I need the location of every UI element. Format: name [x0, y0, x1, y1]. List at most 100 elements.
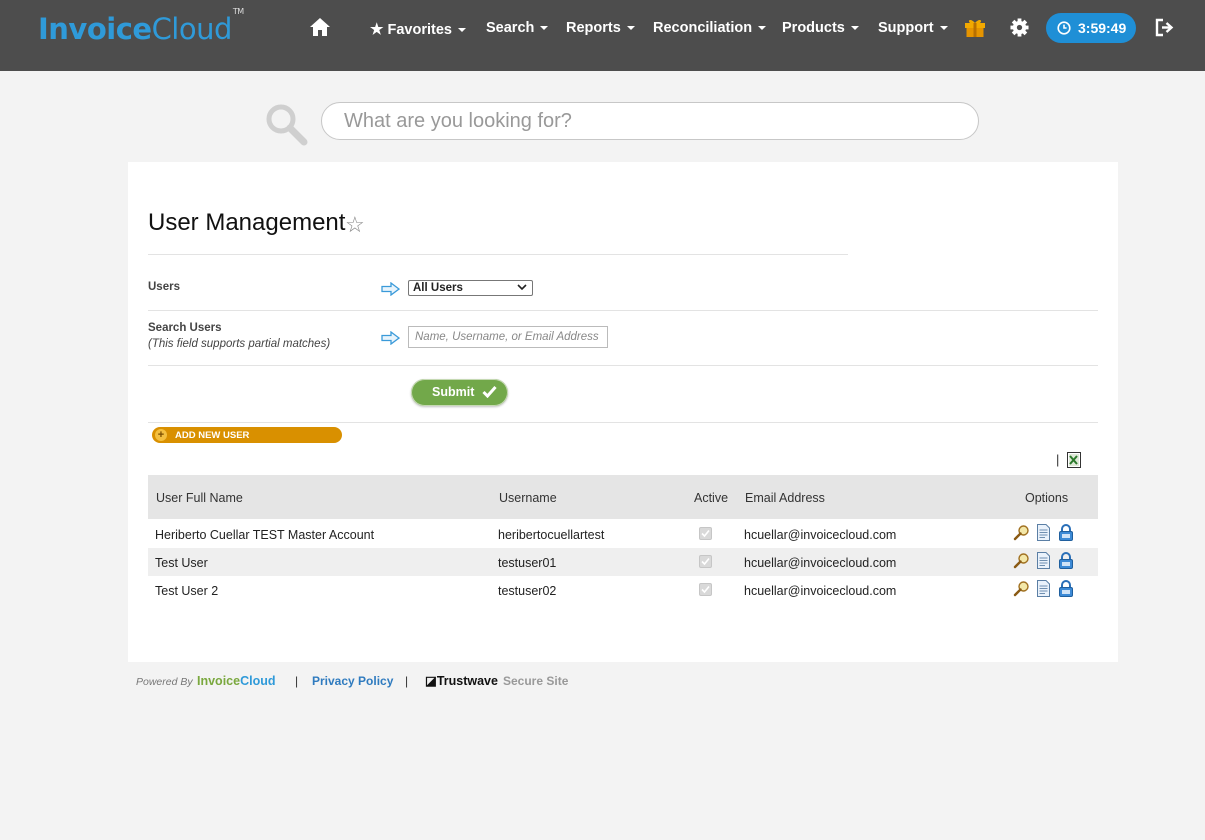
row-options	[1013, 524, 1077, 544]
export-separator: |	[1056, 452, 1060, 467]
active-checkbox[interactable]	[699, 527, 712, 540]
footer-invoicecloud-logo: InvoiceCloud	[197, 674, 276, 688]
search-icon[interactable]	[264, 102, 308, 146]
form-divider	[148, 310, 1098, 311]
cell-full-name: Test User 2	[155, 584, 219, 598]
footer-logo-cloud: Cloud	[240, 674, 276, 688]
star-icon: ★	[370, 21, 384, 38]
form-divider	[148, 422, 1098, 423]
clock-icon	[1057, 21, 1071, 35]
column-header-username[interactable]: Username	[499, 491, 557, 505]
cell-full-name: Heriberto Cuellar TEST Master Account	[155, 528, 375, 542]
table-row: Heriberto Cuellar TEST Master Account he…	[148, 520, 1098, 548]
column-header-options: Options	[1025, 491, 1069, 505]
trustwave-text: Trustwave	[436, 674, 498, 688]
active-checkbox[interactable]	[699, 555, 712, 568]
row-options	[1013, 580, 1077, 600]
checkmark-icon	[701, 557, 710, 566]
cell-email: hcuellar@invoicecloud.com	[744, 556, 897, 570]
view-icon[interactable]	[1013, 552, 1030, 572]
nav-reconciliation-label: Reconciliation	[653, 20, 753, 36]
users-table-header: User Full Name Username Active Email Add…	[148, 475, 1098, 519]
nav-reconciliation[interactable]: Reconciliation	[653, 20, 767, 36]
submit-button[interactable]: Submit	[411, 379, 508, 406]
users-filter-value: All Users	[413, 282, 463, 294]
favorite-star-icon[interactable]: ☆	[345, 212, 365, 238]
home-icon[interactable]	[309, 17, 331, 37]
page-title: User Management	[148, 209, 346, 236]
nav-favorites-label: Favorites	[387, 22, 452, 38]
submit-label: Submit	[432, 385, 475, 399]
footer-separator: |	[295, 674, 299, 688]
trustwave-logo[interactable]: ◪Trustwave	[425, 673, 498, 688]
nav-support-label: Support	[878, 20, 934, 36]
view-icon[interactable]	[1013, 524, 1030, 544]
chevron-down-icon	[540, 26, 549, 31]
plus-icon: +	[155, 429, 167, 441]
table-row: Test User testuser01 hcuellar@invoiceclo…	[148, 548, 1098, 576]
cell-username: testuser01	[498, 556, 557, 570]
arrow-right-icon	[381, 282, 400, 296]
chevron-down-icon	[517, 284, 527, 291]
user-management-panel: User Management ☆ Users All Users Search…	[128, 162, 1118, 662]
cell-email: hcuellar@invoicecloud.com	[744, 528, 897, 542]
logout-icon[interactable]	[1154, 18, 1174, 37]
search-users-hint: (This field supports partial matches)	[148, 338, 331, 350]
nav-favorites[interactable]: ★ Favorites	[370, 20, 466, 38]
search-users-label: Search Users	[148, 322, 222, 334]
chevron-down-icon	[850, 26, 859, 31]
search-users-input[interactable]	[408, 326, 608, 348]
top-navigation-bar: InvoiceCloudTM ★ Favorites Search Report…	[0, 0, 1205, 71]
view-icon[interactable]	[1013, 580, 1030, 600]
title-divider	[148, 254, 848, 255]
document-icon[interactable]	[1036, 552, 1051, 572]
checkmark-icon	[701, 585, 710, 594]
add-new-user-button[interactable]: + ADD NEW USER	[152, 427, 342, 443]
column-header-active[interactable]: Active	[694, 491, 728, 505]
footer-separator: |	[405, 674, 409, 688]
powered-by-text: Powered By	[136, 676, 193, 688]
cell-username: heribertocuellartest	[498, 528, 605, 542]
checkmark-icon	[701, 529, 710, 538]
active-checkbox[interactable]	[699, 583, 712, 596]
chevron-down-icon	[457, 28, 466, 33]
cell-email: hcuellar@invoicecloud.com	[744, 584, 897, 598]
users-filter-select[interactable]: All Users	[408, 280, 533, 296]
nav-reports-label: Reports	[566, 20, 621, 36]
nav-search[interactable]: Search	[486, 20, 549, 36]
gift-icon[interactable]	[964, 17, 986, 38]
lock-icon[interactable]	[1058, 580, 1074, 600]
global-search-input[interactable]	[321, 102, 979, 140]
nav-products[interactable]: Products	[782, 20, 859, 36]
nav-reports[interactable]: Reports	[566, 20, 635, 36]
logo-trademark: TM	[232, 7, 244, 17]
invoicecloud-logo[interactable]: InvoiceCloudTM	[38, 7, 244, 46]
logo-text-invoice: Invoice	[38, 12, 152, 46]
arrow-right-icon	[381, 331, 400, 345]
document-icon[interactable]	[1036, 580, 1051, 600]
gear-icon[interactable]	[1010, 18, 1029, 37]
nav-search-label: Search	[486, 20, 535, 36]
cell-full-name: Test User	[155, 556, 208, 570]
cell-username: testuser02	[498, 584, 557, 598]
chevron-down-icon	[758, 26, 767, 31]
checkmark-icon	[482, 386, 497, 398]
document-icon[interactable]	[1036, 524, 1051, 544]
privacy-policy-link[interactable]: Privacy Policy	[312, 674, 393, 688]
row-options	[1013, 552, 1077, 572]
lock-icon[interactable]	[1058, 524, 1074, 544]
chevron-down-icon	[939, 26, 948, 31]
trustwave-icon: ◪	[425, 674, 437, 688]
excel-export-icon[interactable]	[1067, 452, 1081, 468]
table-row: Test User 2 testuser02 hcuellar@invoicec…	[148, 576, 1098, 604]
nav-support[interactable]: Support	[878, 20, 948, 36]
column-header-email[interactable]: Email Address	[745, 491, 825, 505]
column-header-full-name[interactable]: User Full Name	[156, 491, 243, 505]
session-timer[interactable]: 3:59:49	[1046, 13, 1136, 43]
secure-site-text: Secure Site	[503, 674, 569, 688]
users-label: Users	[148, 281, 180, 293]
footer-logo-invoice: Invoice	[197, 674, 241, 688]
lock-icon[interactable]	[1058, 552, 1074, 572]
form-divider	[148, 365, 1098, 366]
add-new-user-label: ADD NEW USER	[175, 430, 250, 441]
